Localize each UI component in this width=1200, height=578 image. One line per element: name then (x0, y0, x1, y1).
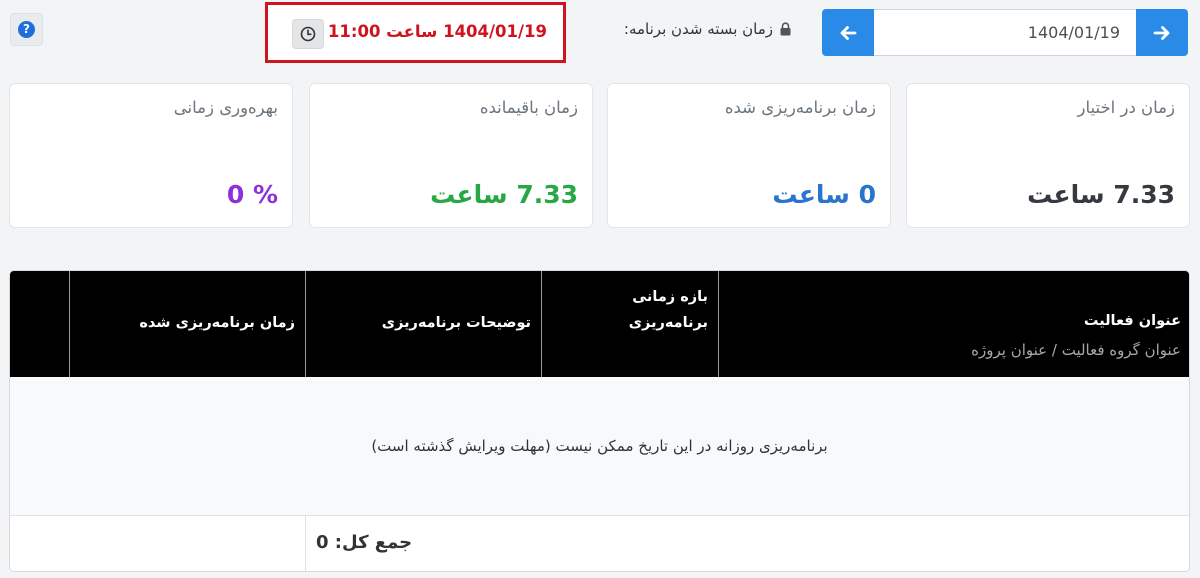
table-footer: جمع کل: 0 (10, 516, 1189, 571)
card-title: بهره‌وری زمانی (173, 98, 278, 117)
card-value: 7.33 ساعت (430, 180, 578, 209)
card-remaining-time: زمان باقیمانده 7.33 ساعت (309, 83, 593, 228)
table-header: عنوان فعالیت عنوان گروه فعالیت / عنوان پ… (10, 271, 1189, 377)
next-day-button[interactable] (1136, 9, 1188, 56)
help-button[interactable]: ? (10, 13, 43, 46)
close-time-value: 1404/01/19 ساعت 11:00 (327, 22, 547, 41)
planning-table: عنوان فعالیت عنوان گروه فعالیت / عنوان پ… (9, 270, 1190, 572)
column-range-line1: بازه زمانی (632, 289, 708, 305)
close-time-label: زمان بسته شدن برنامه: (624, 20, 792, 38)
column-activity-subtitle: عنوان گروه فعالیت / عنوان پروژه (971, 341, 1181, 359)
clock-icon (300, 26, 316, 42)
card-planned-time: زمان برنامه‌ریزی شده 0 ساعت (607, 83, 891, 228)
card-title: زمان برنامه‌ریزی شده (724, 98, 876, 117)
card-available-time: زمان در اختیار 7.33 ساعت (906, 83, 1190, 228)
card-title: زمان در اختیار (1077, 98, 1176, 117)
prev-day-button[interactable] (822, 9, 874, 56)
column-planned-time: زمان برنامه‌ریزی شده (69, 271, 305, 377)
total-label: جمع کل: 0 (316, 532, 413, 553)
column-time-range: بازه زمانی برنامه‌ریزی (541, 271, 718, 377)
date-input[interactable] (874, 9, 1136, 56)
date-navigator (822, 9, 1188, 56)
close-time-box: 1404/01/19 ساعت 11:00 (265, 2, 566, 63)
lock-icon (780, 22, 791, 36)
arrow-left-icon (840, 25, 857, 40)
question-circle-icon: ? (18, 21, 35, 38)
column-planned-time-label: زمان برنامه‌ریزی شده (139, 315, 295, 331)
arrow-right-icon (1153, 25, 1170, 40)
column-description-label: توضیحات برنامه‌ریزی (381, 315, 531, 331)
card-value: % 0 (226, 180, 278, 209)
card-value: 7.33 ساعت (1027, 180, 1175, 209)
column-range-line2: برنامه‌ریزی (628, 315, 708, 331)
column-actions (10, 271, 69, 377)
empty-message: برنامه‌ریزی روزانه در این تاریخ ممکن نیس… (371, 437, 828, 455)
footer-divider (305, 516, 306, 571)
column-description: توضیحات برنامه‌ریزی (305, 271, 541, 377)
card-value: 0 ساعت (772, 180, 876, 209)
close-label-text: زمان بسته شدن برنامه: (623, 20, 773, 38)
column-activity: عنوان فعالیت عنوان گروه فعالیت / عنوان پ… (718, 271, 1189, 377)
clock-button[interactable] (292, 19, 324, 49)
card-productivity: بهره‌وری زمانی % 0 (9, 83, 293, 228)
column-activity-title: عنوان فعالیت (1083, 313, 1181, 329)
card-title: زمان باقیمانده (479, 98, 578, 117)
empty-message-row: برنامه‌ریزی روزانه در این تاریخ ممکن نیس… (10, 377, 1189, 516)
